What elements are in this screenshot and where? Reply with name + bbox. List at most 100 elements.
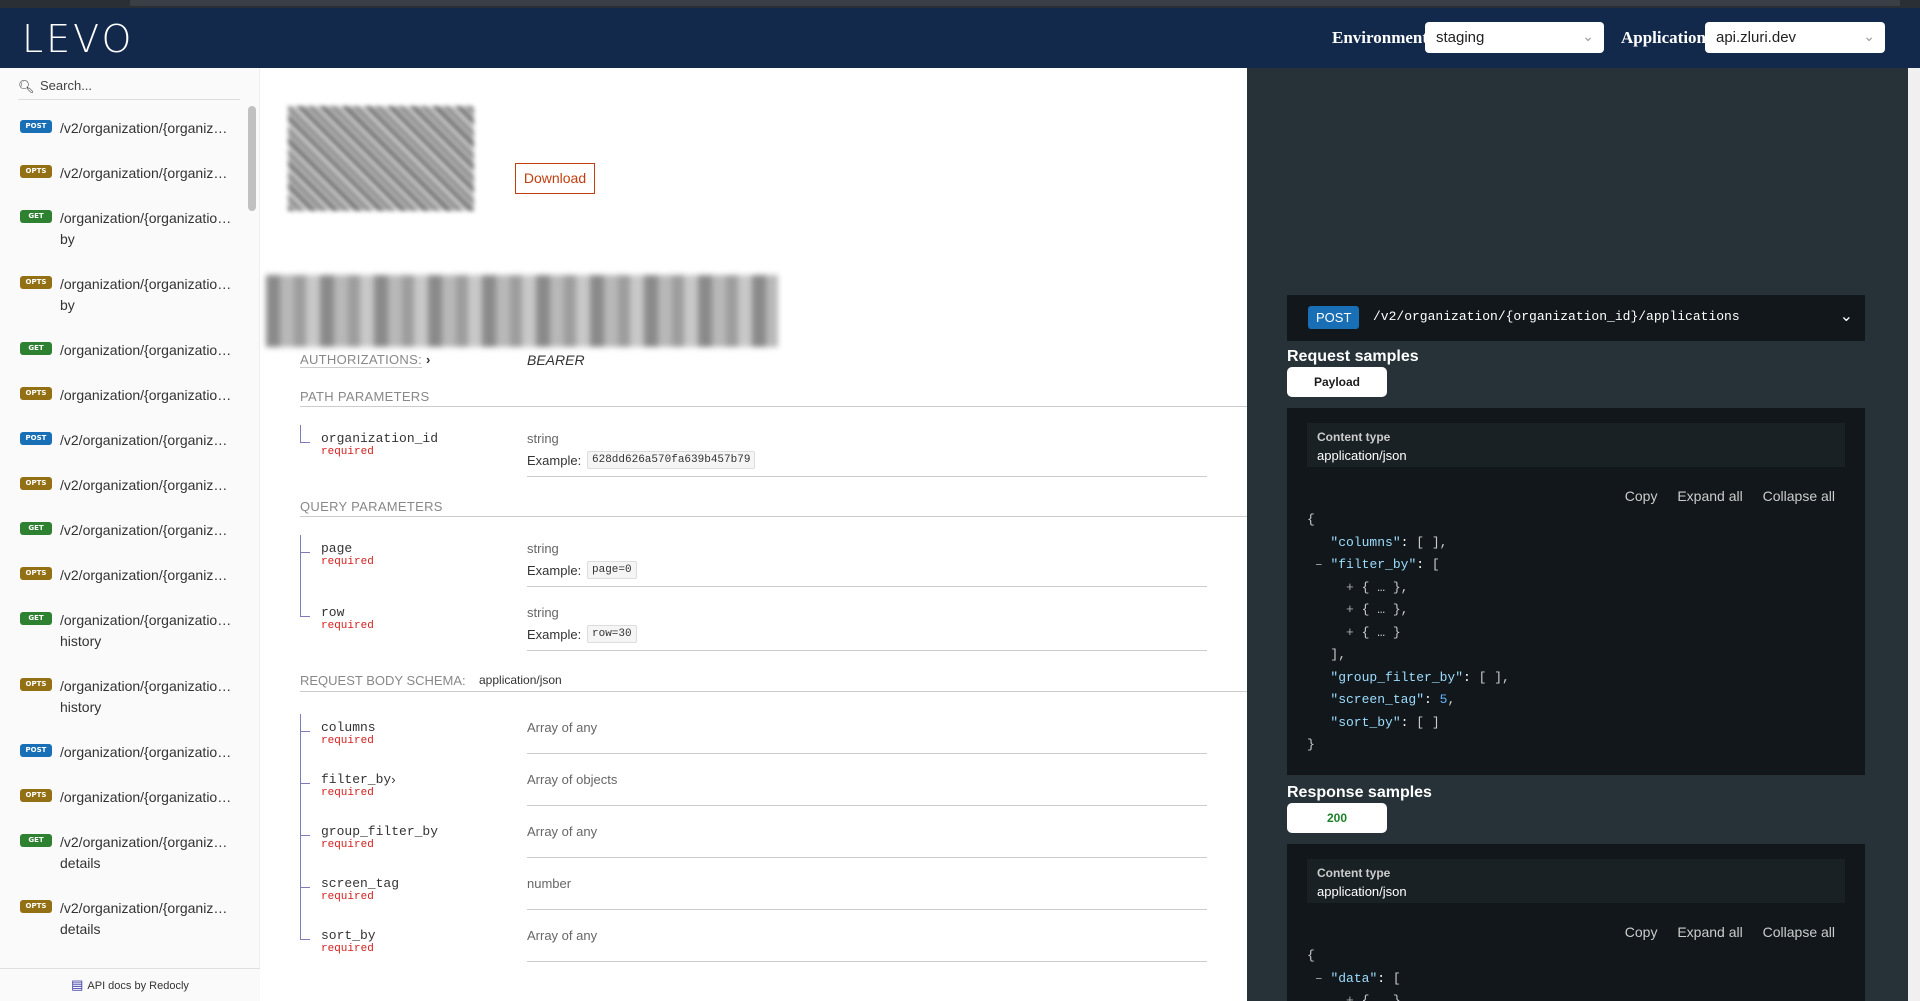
response-samples-title: Response samples [1287, 784, 1432, 801]
collapse-all-button[interactable]: Collapse all [1763, 488, 1835, 504]
chevron-right-icon: › [425, 352, 431, 367]
sidebar-item[interactable]: OPTS/v2/organization/{organization_id}/a… [0, 151, 245, 196]
parameter-row: filter_by › required Array of objects [300, 766, 1247, 824]
content-type-box: Content type application/json [1307, 423, 1845, 467]
sidebar-item[interactable]: OPTS/organization/{organization_id}/depa… [0, 775, 245, 820]
application-select[interactable]: api.zluri.dev ⌄ [1705, 22, 1885, 53]
copy-button[interactable]: Copy [1625, 488, 1658, 504]
page-scrollbar[interactable] [1908, 68, 1920, 1001]
tree-line [300, 922, 301, 940]
example-label: Example: [527, 453, 582, 468]
sidebar-item[interactable]: OPTS/v2/organization/{organization_id}/a… [0, 553, 245, 598]
sidebar-item[interactable]: GET/v2/organization/{organization_id}/ap… [0, 508, 245, 553]
method-badge: OPTS [20, 567, 52, 580]
response-sample-box: Content type application/json Copy Expan… [1287, 844, 1865, 1001]
chevron-right-icon: › [391, 772, 396, 787]
example-label: Example: [527, 563, 582, 578]
tab-payload[interactable]: Payload [1287, 367, 1387, 397]
method-badge: POST [20, 432, 52, 445]
endpoint-bar[interactable]: POST /v2/organization/{organization_id}/… [1287, 295, 1865, 341]
response-json: { – "data": [ + { … } [1307, 945, 1401, 1001]
sidebar-item-path: /organization/{organization_id}/departme… [60, 789, 235, 805]
param-name: row [321, 605, 345, 620]
sidebar-item-suffix: by [60, 297, 75, 313]
expand-all-button[interactable]: Expand all [1677, 488, 1742, 504]
param-type: string [527, 605, 559, 620]
download-button[interactable]: Download [515, 163, 595, 194]
method-badge: GET [20, 342, 52, 355]
divider [300, 691, 1247, 692]
sidebar-item[interactable]: GET/organization/{organization_id}/user/… [0, 598, 245, 664]
redacted-title [266, 275, 778, 347]
content-type-label: Content type [1317, 430, 1391, 444]
param-name: columns [321, 720, 376, 735]
sidebar-item[interactable]: OPTS/organization/{organization_id}/user… [0, 664, 245, 730]
parameter-row: page required string Example: page=0 [300, 535, 1247, 605]
divider [527, 805, 1207, 806]
environment-select[interactable]: staging ⌄ [1425, 22, 1604, 53]
levo-logo: LEVO [22, 17, 135, 61]
sidebar-item[interactable]: OPTS/organization/{organization_id}/appl… [0, 262, 245, 328]
collapse-toggle[interactable]: – [1315, 971, 1323, 986]
sidebar-item[interactable]: OPTS/v2/organization/{organization_id}/a… [0, 886, 245, 952]
tree-branch [300, 442, 310, 443]
param-name[interactable]: filter_by [321, 772, 391, 787]
collapse-all-button[interactable]: Collapse all [1763, 924, 1835, 940]
application-label: Application: [1621, 28, 1712, 47]
sidebar-item[interactable]: POST/v2/organization/{organization_id}/a… [0, 106, 245, 151]
sidebar-item-path: /v2/organization/{organization_id}/users [60, 477, 235, 493]
redocly-footer-link[interactable]: ▤ API docs by Redocly [0, 968, 260, 1001]
divider [527, 909, 1207, 910]
main-content: Download AUTHORIZATIONS: › BEARER PATH PA… [260, 68, 1247, 1001]
tree-branch [300, 835, 310, 836]
expand-toggle[interactable]: + [1346, 580, 1354, 595]
endpoint-method-badge: POST [1308, 306, 1360, 329]
method-badge: GET [20, 834, 52, 847]
sidebar-item-suffix: history [60, 633, 102, 649]
tree-branch [300, 783, 310, 784]
environment-label: Environment: [1332, 28, 1434, 47]
sidebar-scrollbar[interactable] [248, 106, 256, 211]
expand-toggle[interactable]: + [1346, 625, 1354, 640]
search-input[interactable] [40, 78, 240, 93]
sidebar-item[interactable]: POST/v2/organization/{organization_id}/u… [0, 418, 245, 463]
sidebar-item[interactable]: GET/v2/organization/{organization_id}/ap… [0, 820, 245, 886]
sidebar-item[interactable]: GET/organization/{organization_id}/appli… [0, 328, 245, 373]
expand-all-button[interactable]: Expand all [1677, 924, 1742, 940]
tree-line [300, 425, 301, 443]
sidebar-item[interactable]: POST/organization/{organization_id}/depa… [0, 730, 245, 775]
param-name: screen_tag [321, 876, 400, 891]
application-value: api.zluri.dev [1716, 29, 1797, 46]
right-panel: POST /v2/organization/{organization_id}/… [1247, 68, 1908, 1001]
content-type-label: Content type [1317, 866, 1391, 880]
tree-line [300, 766, 301, 818]
divider [527, 586, 1207, 587]
tab-200[interactable]: 200 [1287, 803, 1387, 833]
collapse-toggle[interactable]: – [1315, 557, 1323, 572]
parameter-row: sort_by required Array of any [300, 922, 1247, 980]
param-name: group_filter_by [321, 824, 439, 839]
param-name: sort_by [321, 928, 376, 943]
expand-toggle[interactable]: + [1346, 602, 1354, 617]
sidebar-item-path: /v2/organization/{organization_id}/apps [60, 522, 235, 538]
method-badge: OPTS [20, 477, 52, 490]
expand-toggle[interactable]: + [1346, 993, 1354, 1001]
sidebar-item-suffix: details [60, 921, 101, 937]
sidebar-item[interactable]: GET/organization/{organization_id}/appli… [0, 196, 245, 262]
sidebar-item[interactable]: OPTS/v2/organization/{organization_id}/u… [0, 463, 245, 508]
content-type-value: application/json [1317, 884, 1407, 899]
copy-button[interactable]: Copy [1625, 924, 1658, 940]
tree-line [300, 714, 301, 766]
top-strip-highlight [130, 0, 1900, 6]
sidebar-item-path: /organization/{organization_id}/user/his… [60, 612, 235, 628]
param-type: Array of any [527, 824, 598, 839]
authorizations-toggle[interactable]: AUTHORIZATIONS: › [300, 352, 431, 368]
method-badge: POST [20, 120, 52, 133]
browser-top-strip [0, 0, 1920, 8]
required-label: required [321, 620, 374, 632]
tree-branch [300, 887, 310, 888]
method-badge: GET [20, 522, 52, 535]
sidebar-item[interactable]: OPTS/organization/{organization_id}/appl… [0, 373, 245, 418]
sidebar-item-path: /v2/organization/{organization_id}/appli… [60, 120, 235, 136]
param-type: Array of objects [527, 772, 618, 787]
